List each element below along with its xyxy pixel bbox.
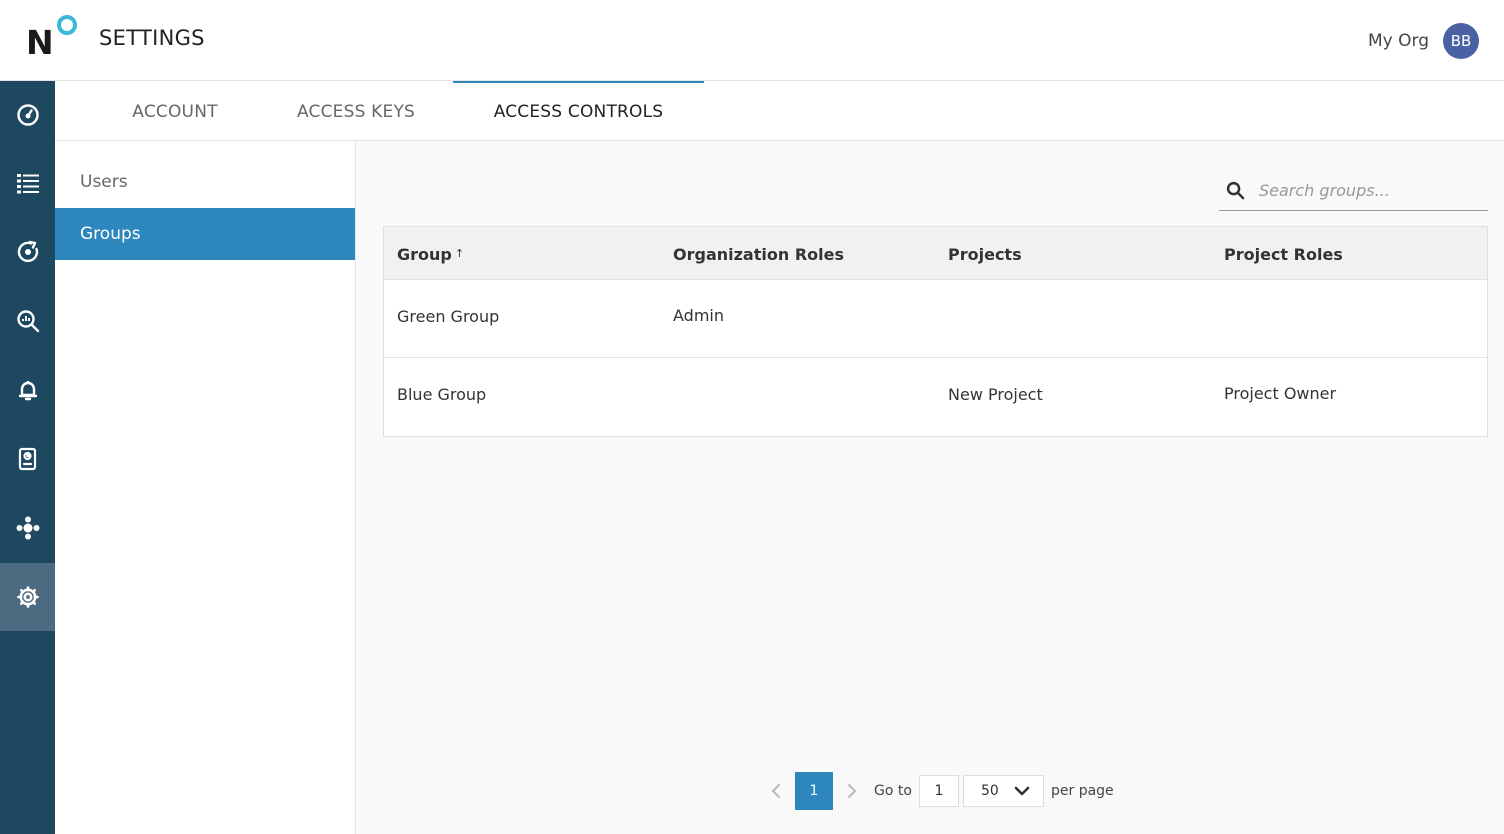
nav-alerts[interactable] [0,356,55,424]
integrations-icon [16,516,39,540]
icon-sidebar [0,81,55,834]
subnav-item-groups[interactable]: Groups [55,208,355,260]
chevron-left-icon [771,783,781,799]
user-avatar[interactable]: BB [1443,23,1479,59]
org-selector[interactable]: My Org [1368,31,1429,51]
tab-access-keys[interactable]: ACCESS KEYS [277,81,435,141]
settings-gear-icon [16,586,39,608]
nav-dashboard[interactable] [0,81,55,149]
groups-table: Group ↑ Organization Roles Projects Proje… [383,226,1488,437]
nav-reports[interactable] [0,425,55,493]
tab-access-controls[interactable]: ACCESS CONTROLS [453,81,704,141]
settings-tabs: ACCOUNT ACCESS KEYS ACCESS CONTROLS [55,81,1504,141]
search-analytics-icon [16,310,39,333]
nav-list[interactable] [0,150,55,218]
bell-icon [18,381,37,401]
column-header-label: Group [397,245,452,264]
column-header-projects[interactable]: Projects [948,227,1022,280]
target-refresh-icon [17,240,38,263]
group-search [1219,170,1488,211]
column-header-group[interactable]: Group ↑ [397,227,464,280]
table-row[interactable]: Blue Group New Project Project Owner [384,358,1487,436]
access-controls-subnav: Users Groups [55,141,356,834]
table-row[interactable]: Green Group Admin [384,280,1487,358]
column-header-project-roles[interactable]: Project Roles [1224,227,1343,280]
page-size-select[interactable]: 50 [963,775,1044,807]
search-input[interactable] [1259,175,1479,205]
sort-ascending-icon: ↑ [454,247,465,260]
goto-page-input[interactable] [919,775,959,807]
search-icon [1226,181,1245,200]
cell-projects: New Project [948,385,1043,404]
nav-integrations[interactable] [0,494,55,562]
cell-org-roles: Admin [673,306,724,325]
goto-label: Go to [874,783,912,799]
previous-page-button[interactable] [762,772,790,810]
cell-group: Green Group [397,307,500,326]
top-header: N SETTINGS My Org BB [0,0,1504,81]
report-document-icon [18,447,36,471]
tab-account[interactable]: ACCOUNT [95,81,255,141]
page-number-current[interactable]: 1 [795,772,833,810]
column-header-organization-roles[interactable]: Organization Roles [673,227,844,280]
nav-settings[interactable] [0,563,55,631]
logo-letter: N [26,23,54,62]
next-page-button[interactable] [838,772,866,810]
dashboard-gauge-icon [16,104,39,126]
per-page-label: per page [1051,783,1114,799]
app-logo[interactable]: N [22,14,82,64]
logo-ring-icon [57,15,77,35]
list-icon [16,174,39,194]
chevron-right-icon [847,783,857,799]
subnav-item-users[interactable]: Users [55,156,355,208]
nav-monitoring[interactable] [0,218,55,286]
page-size-value: 50 [981,783,999,799]
cell-project-roles: Project Owner [1224,384,1337,403]
page-title: SETTINGS [99,26,205,50]
nav-analytics[interactable] [0,287,55,355]
chevron-down-icon [1014,786,1030,796]
cell-group: Blue Group [397,385,487,404]
table-header: Group ↑ Organization Roles Projects Proje… [384,227,1487,280]
